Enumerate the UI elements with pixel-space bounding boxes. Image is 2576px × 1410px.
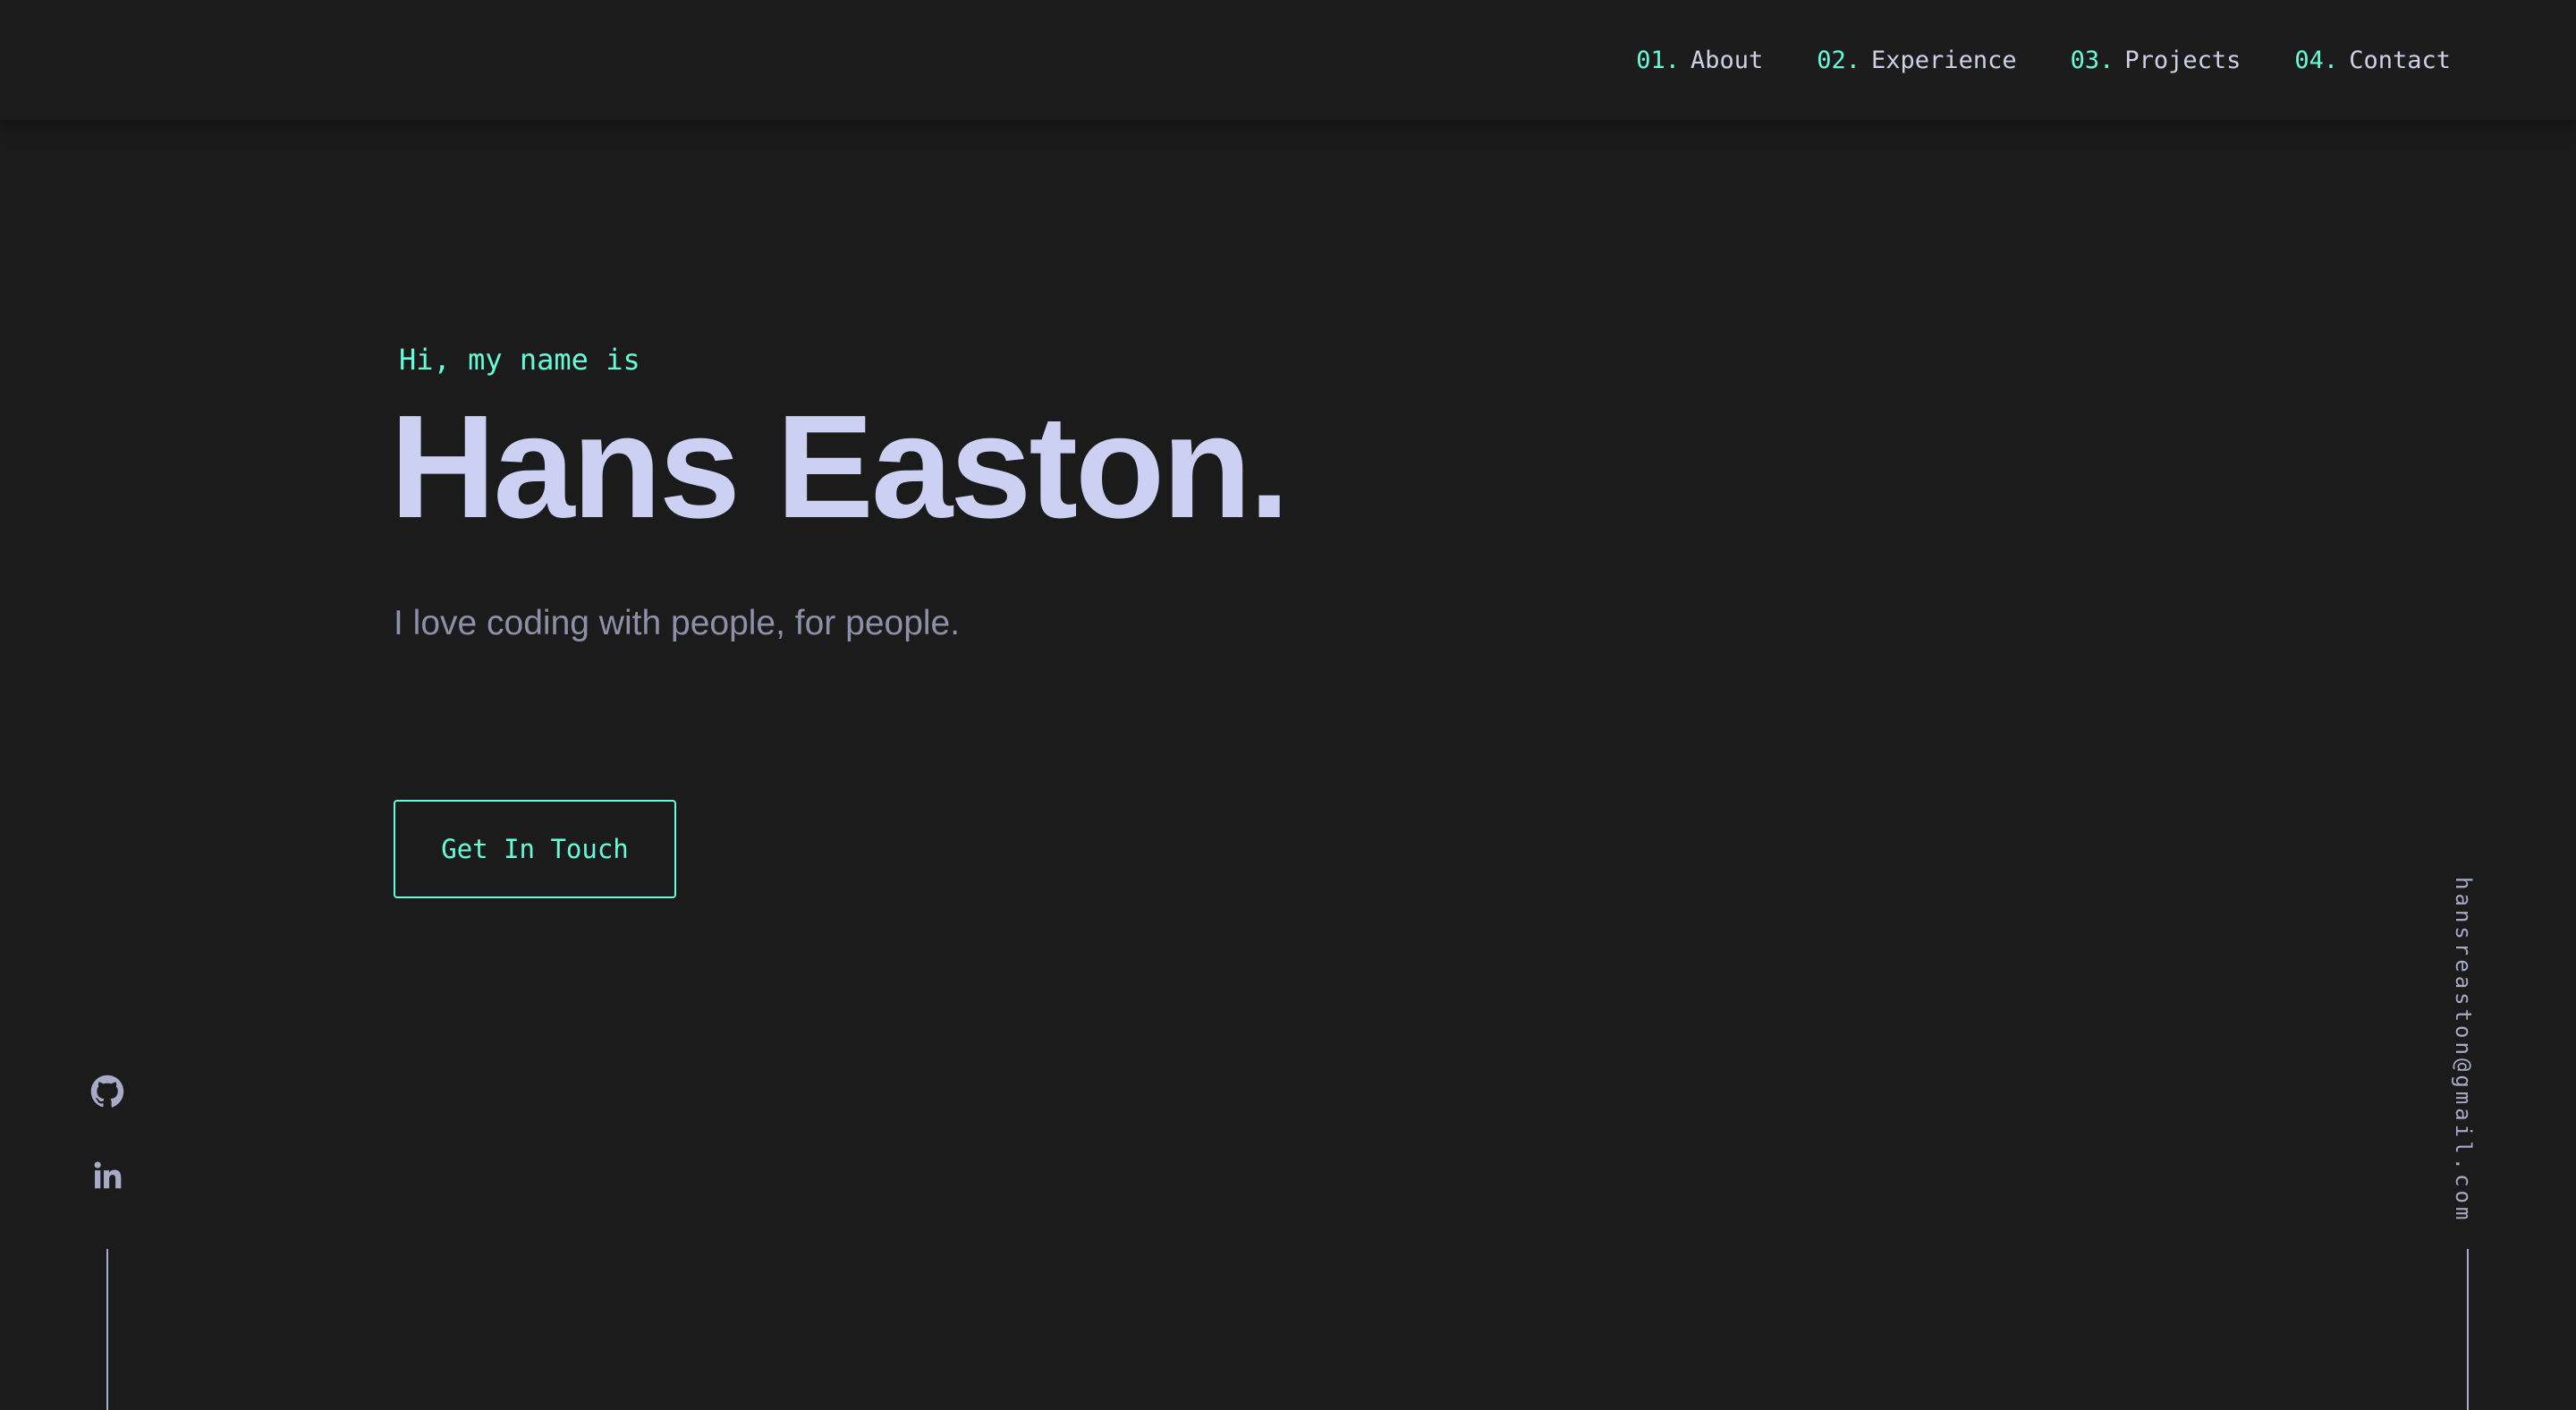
site-header: 01. About 02. Experience 03. Projects 04… <box>0 0 2576 120</box>
nav-item-label: Experience <box>1871 47 2017 74</box>
github-link[interactable] <box>89 1074 125 1109</box>
email-link[interactable]: hansreaston@gmail.com <box>2451 877 2476 1223</box>
nav-item-number: 02. <box>1817 47 1861 74</box>
hero-greeting: Hi, my name is <box>399 343 640 377</box>
nav-item-number: 04. <box>2294 47 2339 74</box>
nav-item-number: 01. <box>1636 47 1680 74</box>
get-in-touch-button[interactable]: Get In Touch <box>394 800 676 898</box>
nav-item-projects[interactable]: 03. Projects <box>2071 43 2241 79</box>
github-icon <box>90 1074 124 1108</box>
nav-item-about[interactable]: 01. About <box>1636 43 1763 79</box>
social-divider-line <box>106 1249 108 1410</box>
nav-item-label: Contact <box>2349 47 2451 74</box>
email-divider-line <box>2467 1249 2469 1410</box>
nav-item-experience[interactable]: 02. Experience <box>1817 43 2016 79</box>
linkedin-link[interactable] <box>89 1158 125 1193</box>
linkedin-icon <box>94 1161 122 1189</box>
nav-item-label: About <box>1690 47 1764 74</box>
hero-tagline: I love coding with people, for people. <box>394 604 961 642</box>
main-nav: 01. About 02. Experience 03. Projects 04… <box>1636 43 2451 79</box>
nav-item-label: Projects <box>2124 47 2241 74</box>
nav-item-number: 03. <box>2070 47 2114 74</box>
hero-section: Hi, my name is Hans Easton. I love codin… <box>390 340 1290 646</box>
nav-item-contact[interactable]: 04. Contact <box>2294 43 2451 79</box>
social-links <box>89 1074 125 1193</box>
email-sidebar: hansreaston@gmail.com <box>2447 877 2483 1223</box>
hero-name: Hans Easton. <box>390 385 1290 548</box>
